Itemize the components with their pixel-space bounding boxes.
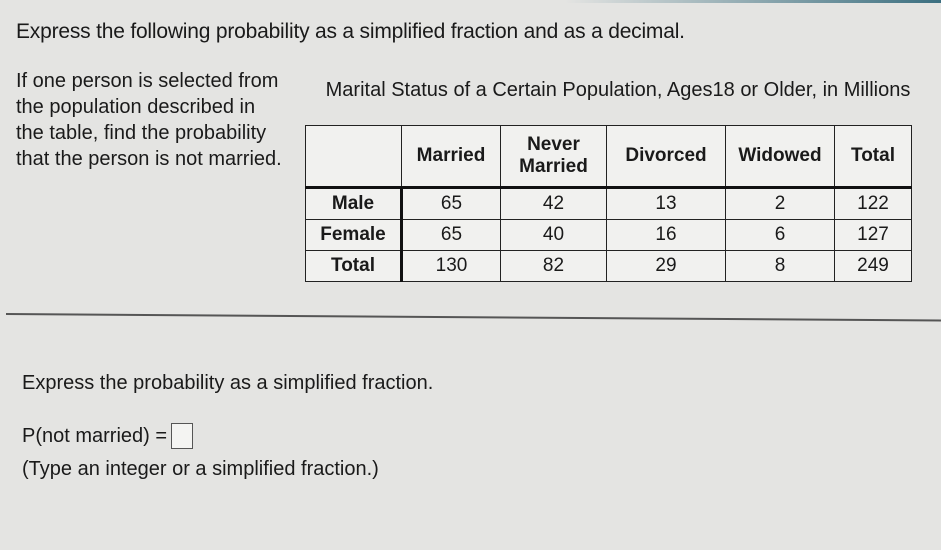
table-cell: 2 (725, 187, 835, 220)
section-divider (5, 313, 941, 322)
table-header-total: Total (834, 125, 912, 189)
question-prompt: Express the probability as a simplified … (22, 372, 434, 394)
table-caption: Marital Status of a Certain Population, … (325, 79, 911, 101)
table-cell: 82 (500, 250, 607, 282)
table-cell: 127 (834, 219, 912, 251)
table-header-never-married: Never Married (500, 125, 607, 189)
table-cell: 13 (606, 187, 726, 220)
top-accent-bar (0, 0, 941, 3)
answer-hint: (Type an integer or a simplified fractio… (22, 458, 379, 480)
table-cell: 65 (401, 187, 501, 220)
table-header-married: Married (401, 125, 501, 189)
table-cell: 122 (834, 187, 912, 220)
table-header-row: Married Never Married Divorced Widowed T… (305, 125, 912, 189)
table-cell: 6 (725, 219, 835, 251)
answer-input[interactable] (171, 423, 194, 449)
table-cell: 16 (606, 219, 726, 251)
answer-line: P(not married) = (22, 423, 194, 449)
table-header-divorced: Divorced (606, 125, 726, 189)
marital-status-table: Married Never Married Divorced Widowed T… (305, 125, 912, 282)
table-cell: 65 (401, 219, 501, 251)
table-header-corner (305, 125, 402, 189)
table-header-widowed: Widowed (725, 125, 835, 189)
table-row-total: Total 130 82 29 8 249 (305, 250, 912, 282)
row-label: Male (305, 187, 403, 220)
table-cell: 29 (606, 250, 726, 282)
table-cell: 130 (401, 250, 501, 282)
table-cell: 40 (500, 219, 607, 251)
row-label: Female (305, 219, 403, 251)
table-cell: 8 (725, 250, 835, 282)
table-cell: 42 (500, 187, 607, 220)
table-row-female: Female 65 40 16 6 127 (305, 219, 912, 251)
answer-label: P(not married) = (22, 424, 168, 447)
row-label: Total (305, 250, 403, 282)
problem-text: If one person is selected from the popul… (16, 70, 282, 170)
instruction-text: Express the following probability as a s… (16, 20, 685, 43)
table-cell: 249 (834, 250, 912, 282)
table-row-male: Male 65 42 13 2 122 (305, 187, 912, 220)
